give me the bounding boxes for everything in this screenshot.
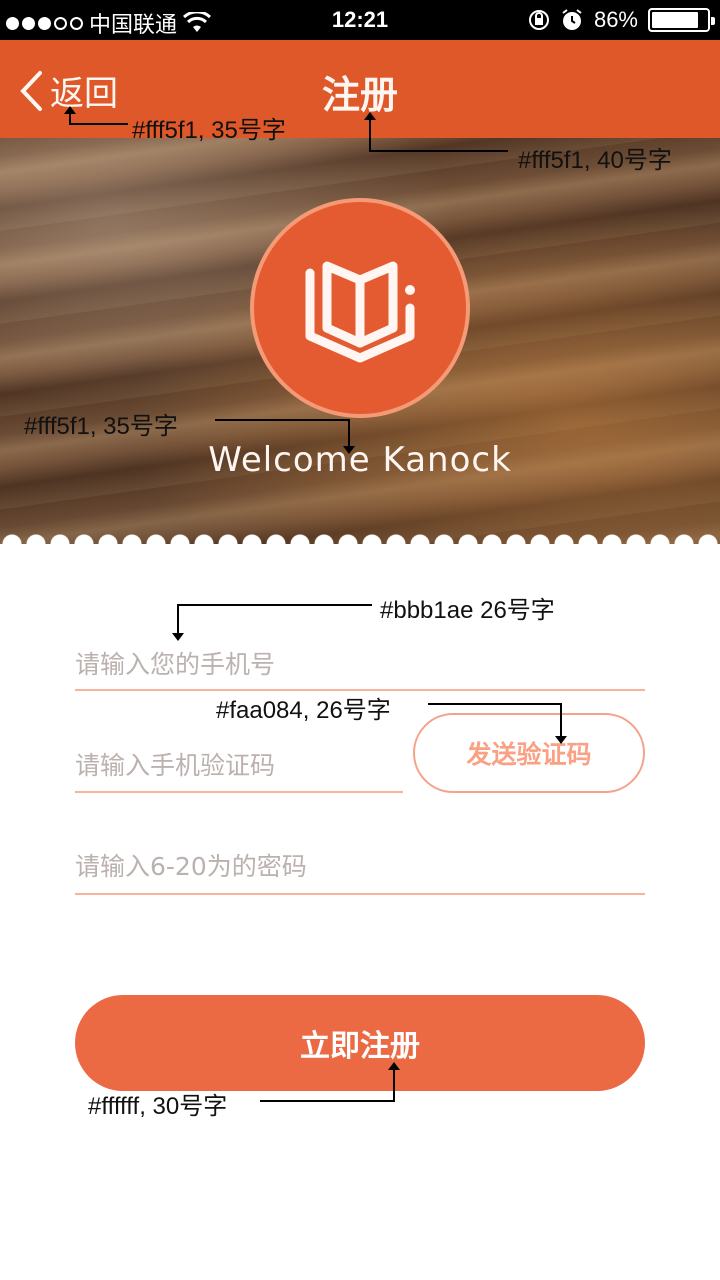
rotation-lock-icon <box>528 10 549 30</box>
welcome-text: Welcome Kanock <box>208 440 512 480</box>
code-field-wrapper <box>75 740 403 793</box>
phone-input[interactable] <box>75 640 645 689</box>
annotation-back: #fff5f1, 35号字 <box>132 117 286 144</box>
alarm-icon <box>562 9 582 30</box>
password-field-wrapper <box>75 840 645 895</box>
annotation-send-button: #faa084, 26号字 <box>216 697 391 724</box>
page-title: 注册 <box>321 73 398 117</box>
annotation-welcome: #fff5f1, 35号字 <box>24 413 178 440</box>
battery-icon <box>648 8 715 32</box>
app-logo <box>250 198 470 418</box>
scallop-divider <box>0 532 720 544</box>
register-button[interactable]: 立即注册 <box>75 995 645 1091</box>
annotation-register-button: #ffffff, 30号字 <box>88 1093 228 1120</box>
open-book-icon <box>305 261 415 363</box>
nav-bar: 返回 注册 <box>0 40 720 138</box>
annotation-title: #fff5f1, 40号字 <box>518 147 672 174</box>
phone-field-wrapper <box>75 640 645 691</box>
verification-code-input[interactable] <box>75 740 403 791</box>
password-input[interactable] <box>75 840 645 893</box>
battery-percent: 86% <box>593 7 638 32</box>
send-code-button[interactable]: 发送验证码 <box>413 713 645 793</box>
annotation-placeholder: #bbb1ae 26号字 <box>380 597 555 624</box>
status-right: 86% <box>528 7 715 33</box>
status-bar: 中国联通 12:21 86% <box>0 0 720 40</box>
hero-banner: Welcome Kanock <box>0 138 720 544</box>
battery-level <box>652 12 699 28</box>
